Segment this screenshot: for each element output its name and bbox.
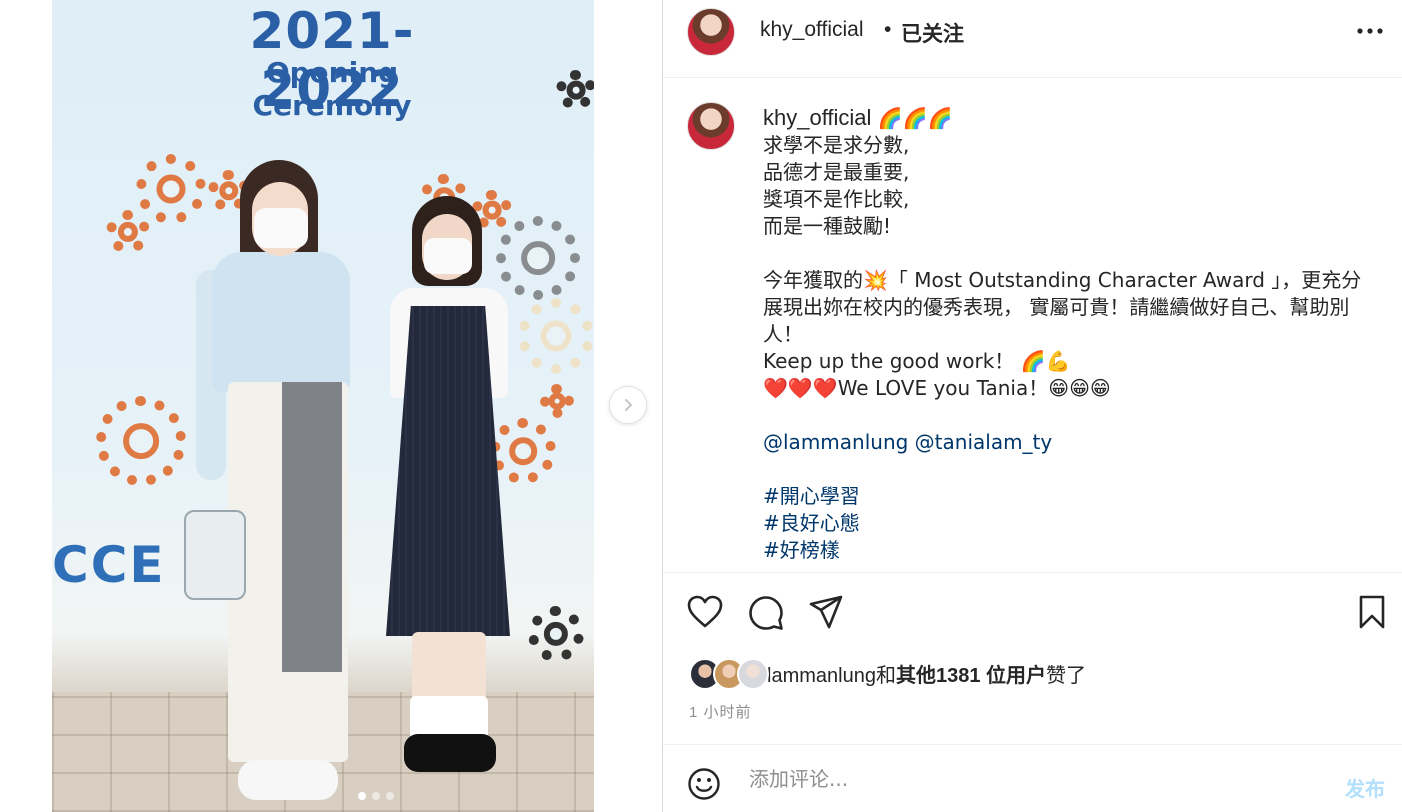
caption-line: 而是一種鼓勵! — [763, 214, 892, 238]
liker-avatars — [689, 656, 769, 690]
emoji-icon — [688, 768, 720, 800]
heart-icon — [687, 595, 723, 628]
caption-username[interactable]: khy_official — [763, 105, 871, 130]
hashtag-link[interactable]: #良好心態 — [763, 510, 1373, 537]
share-icon — [809, 595, 843, 629]
like-button[interactable] — [687, 595, 723, 634]
caption-user-emoji: 🌈🌈🌈 — [877, 106, 953, 130]
caption-line: Keep up the good work！ 🌈💪 — [763, 349, 1071, 373]
post-comment-button[interactable]: 发布 — [1345, 773, 1385, 802]
caption-line: 品德才是最重要, — [763, 160, 910, 184]
caption-text: khy_official 🌈🌈🌈 求學不是求分數, 品德才是最重要, 獎項不是作… — [763, 104, 1373, 564]
hashtag-link[interactable]: #開心學習 — [763, 483, 1373, 510]
person-girl — [372, 196, 522, 796]
liker-username[interactable]: lammanlung — [767, 665, 876, 687]
caption-line: ❤️❤️❤️We LOVE you Tania！😁😁😁 — [763, 376, 1111, 400]
more-options-button[interactable] — [1355, 21, 1385, 41]
post-photo[interactable]: 2021-2022 Opening Ceremony CCE GETH — [52, 0, 594, 812]
carousel-dot — [372, 792, 380, 800]
comment-input[interactable] — [747, 763, 1311, 795]
comment-button[interactable] — [748, 595, 784, 636]
likes-summary: lammanlung和其他1381 位用户赞了 — [689, 656, 1086, 690]
share-button[interactable] — [808, 595, 844, 634]
caption-line: 求學不是求分數, — [763, 133, 910, 157]
more-options-icon — [1357, 28, 1383, 34]
caption-line: 今年獲取的💥「 Most Outstanding Character Award… — [763, 268, 1362, 346]
banner-subtitle: Opening Ceremony — [252, 56, 412, 122]
post-panel: khy_official • 已关注 khy_official 🌈🌈🌈 求學不是… — [662, 0, 1402, 812]
decor-gear — [556, 70, 594, 110]
carousel-next-button[interactable] — [609, 386, 647, 424]
header-username[interactable]: khy_official — [760, 18, 864, 42]
action-bar — [663, 572, 1402, 650]
carousel-indicator — [358, 792, 394, 800]
decor-gear — [518, 298, 594, 374]
bookmark-icon — [1359, 595, 1385, 629]
caption-line: 獎項不是作比較, — [763, 187, 910, 211]
instagram-post-view: 2021-2022 Opening Ceremony CCE GETH — [0, 0, 1402, 812]
avatar[interactable] — [737, 658, 769, 690]
hashtag-link[interactable]: #好榜樣 — [763, 537, 1373, 564]
carousel-dot — [358, 792, 366, 800]
avatar[interactable] — [687, 8, 735, 56]
decor-gear — [528, 606, 584, 662]
post-timestamp[interactable]: 1 小时前 — [689, 701, 752, 722]
chevron-right-icon — [625, 399, 632, 411]
decor-gear — [106, 210, 150, 254]
handbag — [184, 510, 246, 600]
decor-gear — [540, 384, 574, 418]
comment-icon — [749, 596, 783, 630]
comment-box: 发布 — [663, 744, 1402, 812]
carousel-dot — [386, 792, 394, 800]
header-separator: • — [884, 18, 892, 41]
emoji-button[interactable] — [687, 767, 721, 806]
likes-suffix: 赞了 — [1046, 664, 1087, 687]
following-button[interactable]: 已关注 — [901, 18, 964, 48]
media-area: 2021-2022 Opening Ceremony CCE GETH — [0, 0, 662, 812]
person-woman — [184, 160, 362, 810]
caption-mentions[interactable]: @lammanlung @tanialam_ty — [763, 429, 1373, 456]
caption-area: khy_official 🌈🌈🌈 求學不是求分數, 品德才是最重要, 獎項不是作… — [663, 78, 1402, 572]
caption-avatar[interactable] — [687, 102, 735, 150]
likes-text: lammanlung和其他1381 位用户赞了 — [767, 659, 1086, 688]
likes-others-link[interactable]: 其他1381 位用户 — [896, 665, 1046, 687]
decor-gear — [96, 396, 186, 486]
post-header: khy_official • 已关注 — [663, 0, 1402, 78]
likes-joiner: 和 — [875, 664, 896, 687]
save-button[interactable] — [1357, 595, 1387, 634]
